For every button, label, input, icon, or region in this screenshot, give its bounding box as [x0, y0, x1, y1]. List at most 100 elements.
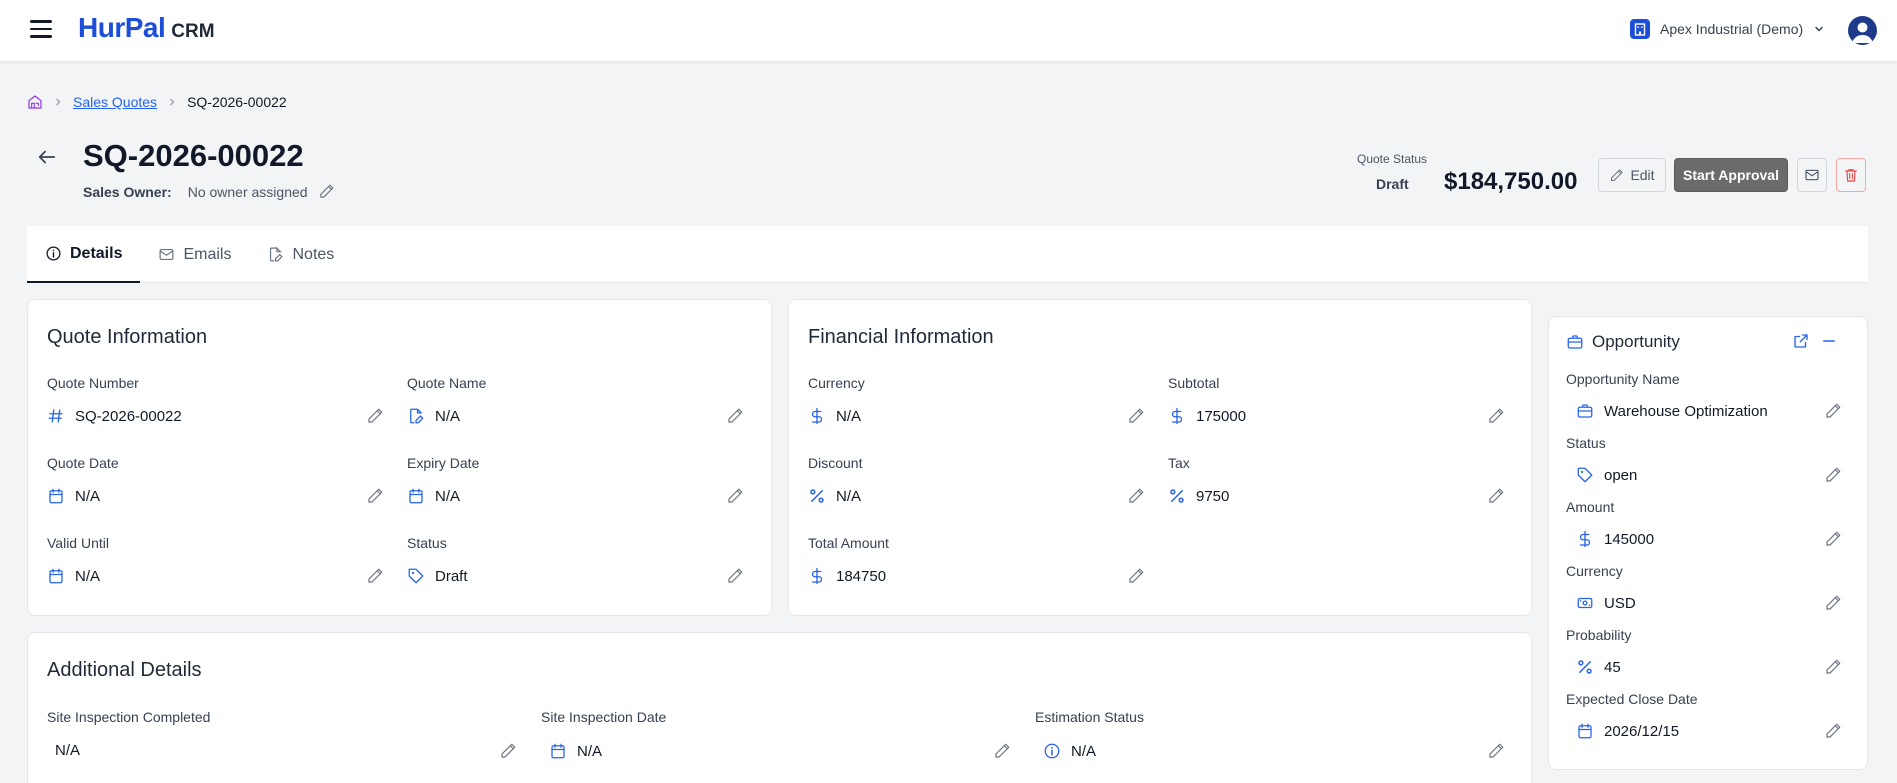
dollar-icon: [1168, 407, 1186, 425]
breadcrumb-sales-quotes[interactable]: Sales Quotes: [73, 94, 157, 110]
menu-icon[interactable]: [30, 20, 52, 40]
card-title: Quote Information: [47, 326, 208, 348]
field-value: N/A: [407, 487, 460, 505]
dollar-icon: [808, 567, 826, 585]
top-navigation-bar: HurPal CRM Apex Industrial (Demo): [0, 0, 1897, 62]
field-label: Opportunity Name: [1566, 371, 1680, 387]
edit-pencil-icon[interactable]: [1127, 487, 1145, 505]
field-value: N/A: [1043, 742, 1096, 760]
field-value: SQ-2026-00022: [47, 407, 182, 425]
field-label: Discount: [808, 455, 863, 471]
edit-pencil-icon[interactable]: [366, 567, 384, 585]
field-label: Quote Number: [47, 375, 139, 391]
start-approval-button[interactable]: Start Approval: [1674, 158, 1788, 192]
field-label: Currency: [1566, 563, 1623, 579]
delete-button[interactable]: [1836, 158, 1866, 192]
quote-status-value: Draft: [1376, 176, 1409, 192]
back-arrow-icon[interactable]: [36, 146, 58, 168]
percent-icon: [1168, 487, 1186, 505]
percent-icon: [1576, 658, 1594, 676]
field-label: Total Amount: [808, 535, 889, 551]
edit-pencil-icon[interactable]: [1487, 407, 1505, 425]
sales-owner-label: Sales Owner:: [83, 183, 172, 200]
edit-pencil-icon[interactable]: [726, 487, 744, 505]
edit-pencil-icon[interactable]: [1127, 567, 1145, 585]
tab-notes[interactable]: Notes: [249, 226, 352, 283]
field-value: N/A: [808, 487, 861, 505]
field-label: Currency: [808, 375, 865, 391]
field-value: 175000: [1168, 407, 1246, 425]
edit-pencil-icon[interactable]: [1824, 722, 1842, 740]
field-label: Quote Name: [407, 375, 487, 391]
tab-details-label: Details: [70, 244, 123, 262]
collapse-minus-icon[interactable]: [1820, 332, 1838, 350]
field-value: open: [1576, 466, 1637, 484]
edit-owner-pencil-icon[interactable]: [318, 183, 335, 200]
user-avatar[interactable]: [1848, 16, 1877, 45]
field-value: N/A: [47, 567, 100, 585]
edit-pencil-icon[interactable]: [1487, 487, 1505, 505]
file-edit-icon: [267, 246, 284, 263]
field-value: 9750: [1168, 487, 1229, 505]
field-value: N/A: [808, 407, 861, 425]
home-icon[interactable]: [27, 94, 43, 110]
edit-pencil-icon[interactable]: [366, 487, 384, 505]
field-value: 2026/12/15: [1576, 722, 1679, 740]
edit-pencil-icon[interactable]: [366, 407, 384, 425]
edit-pencil-icon[interactable]: [1127, 407, 1145, 425]
tab-emails[interactable]: Emails: [140, 226, 249, 283]
field-label: Amount: [1566, 499, 1615, 515]
breadcrumb-current: SQ-2026-00022: [187, 94, 287, 110]
edit-pencil-icon[interactable]: [1487, 742, 1505, 760]
info-icon: [45, 245, 62, 262]
field-label: Probability: [1566, 627, 1632, 643]
card-title: Additional Details: [47, 659, 202, 681]
edit-pencil-icon[interactable]: [1824, 658, 1842, 676]
additional-details-card: Additional Details Site Inspection Compl…: [27, 632, 1532, 783]
field-label: Expiry Date: [407, 455, 480, 471]
dollar-icon: [808, 407, 826, 425]
field-label: Site Inspection Date: [541, 709, 667, 725]
logo-main: HurPal: [78, 12, 166, 43]
financial-information-card: Financial Information Currency N/A Subto…: [788, 299, 1532, 616]
edit-pencil-icon[interactable]: [993, 742, 1011, 760]
organization-switcher[interactable]: Apex Industrial (Demo): [1630, 19, 1825, 39]
tag-icon: [407, 567, 425, 585]
field-value: USD: [1576, 594, 1636, 612]
field-label: Estimation Status: [1035, 709, 1144, 725]
edit-pencil-icon[interactable]: [1824, 530, 1842, 548]
edit-pencil-icon[interactable]: [1824, 594, 1842, 612]
field-label: Site Inspection Completed: [47, 709, 211, 725]
edit-pencil-icon[interactable]: [1824, 466, 1842, 484]
briefcase-icon: [1566, 333, 1584, 351]
edit-button[interactable]: Edit: [1598, 158, 1666, 192]
email-button[interactable]: [1797, 158, 1827, 192]
edit-pencil-icon[interactable]: [726, 567, 744, 585]
dollar-icon: [1576, 530, 1594, 548]
tag-icon: [1576, 466, 1594, 484]
calendar-icon: [47, 567, 65, 585]
edit-pencil-icon[interactable]: [499, 742, 517, 760]
tab-notes-label: Notes: [292, 245, 335, 263]
field-value: N/A: [55, 742, 81, 759]
external-link-icon[interactable]: [1792, 332, 1810, 350]
calendar-icon: [407, 487, 425, 505]
field-label: Expected Close Date: [1566, 691, 1698, 707]
percent-icon: [808, 487, 826, 505]
calendar-icon: [549, 742, 567, 760]
field-value: 45: [1576, 658, 1621, 676]
chevron-right-icon: [53, 97, 63, 107]
briefcase-icon: [1576, 402, 1594, 420]
app-logo[interactable]: HurPal CRM: [78, 12, 215, 44]
field-value: 184750: [808, 567, 886, 585]
tab-details[interactable]: Details: [27, 226, 141, 283]
field-value: 145000: [1576, 530, 1654, 548]
edit-pencil-icon[interactable]: [726, 407, 744, 425]
edit-pencil-icon[interactable]: [1824, 402, 1842, 420]
field-value: N/A: [47, 487, 100, 505]
pencil-icon: [1609, 168, 1624, 183]
opportunity-header: Opportunity: [1566, 332, 1680, 352]
mail-icon: [158, 246, 175, 263]
building-icon: [1630, 19, 1650, 39]
hash-icon: [47, 407, 65, 425]
